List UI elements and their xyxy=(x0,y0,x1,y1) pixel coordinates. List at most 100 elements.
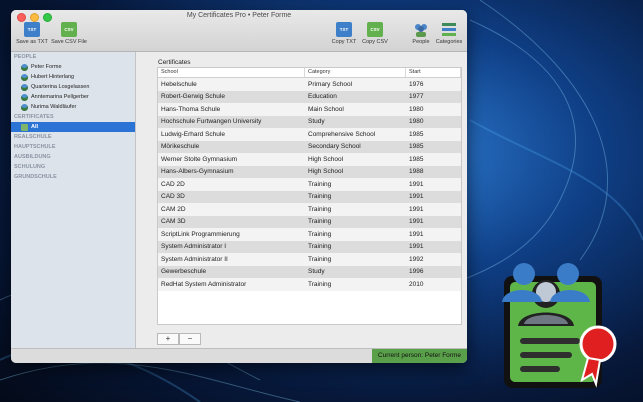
person-name: Peter Forme xyxy=(31,64,62,70)
cell-start: 1980 xyxy=(409,105,424,113)
table-row[interactable]: RedHat System Administrator Training 2010 xyxy=(158,278,461,291)
copy-txt-button[interactable]: TXT Copy TXT xyxy=(329,22,359,45)
title-bar: My Certificates Pro • Peter Forme TXT Sa… xyxy=(11,10,467,52)
sidebar-person[interactable]: Quarterina Losgelassen xyxy=(11,82,135,92)
remove-button[interactable]: − xyxy=(179,333,201,345)
cell-category: Comprehensive School xyxy=(308,130,376,138)
cell-school: System Administrator I xyxy=(161,243,227,251)
sidebar-person[interactable]: Peter Forme xyxy=(11,62,135,72)
save-as-txt-label: Save as TXT xyxy=(16,39,48,45)
people-icon xyxy=(413,22,429,37)
table-row[interactable]: Hans-Thoma Schule Main School 1980 xyxy=(158,103,461,116)
cell-school: Robert-Gerwig Schule xyxy=(161,93,225,101)
table-row[interactable]: Robert-Gerwig Schule Education 1977 xyxy=(158,90,461,103)
app-window: My Certificates Pro • Peter Forme TXT Sa… xyxy=(11,10,467,363)
sidebar-category[interactable]: SCHULUNG xyxy=(11,162,135,172)
txt-file-icon: TXT xyxy=(24,22,40,37)
table-row[interactable]: Hebelschule Primary School 1976 xyxy=(158,78,461,91)
cell-start: 2010 xyxy=(409,280,424,288)
categories-label: Categories xyxy=(435,39,463,45)
current-person-status: Current person: Peter Forme xyxy=(371,349,467,363)
cell-category: Main School xyxy=(308,105,344,113)
cell-school: Hebelschule xyxy=(161,80,197,88)
table-row[interactable]: CAD 3D Training 1991 xyxy=(158,190,461,203)
column-header-start[interactable]: Start xyxy=(406,68,461,77)
cell-start: 1991 xyxy=(409,180,424,188)
cell-category: Training xyxy=(308,255,332,263)
cell-start: 1988 xyxy=(409,168,424,176)
categories-button[interactable]: Categories xyxy=(434,22,464,45)
add-button[interactable]: + xyxy=(157,333,179,345)
cell-school: System Administrator II xyxy=(161,255,228,263)
table-row[interactable]: CAM 2D Training 1991 xyxy=(158,203,461,216)
cell-school: Ludwig-Erhard Schule xyxy=(161,130,225,138)
cell-start: 1991 xyxy=(409,205,424,213)
table-row[interactable]: Gewerbeschule Study 1996 xyxy=(158,265,461,278)
cell-school: CAM 3D xyxy=(161,218,186,226)
cell-category: Training xyxy=(308,280,332,288)
table-row[interactable]: System Administrator II Training 1992 xyxy=(158,253,461,266)
cell-category: Training xyxy=(308,218,332,226)
window-title: My Certificates Pro • Peter Forme xyxy=(186,12,292,19)
cell-school: Mörikeschule xyxy=(161,143,200,151)
save-csv-file-button[interactable]: CSV Save CSV File xyxy=(50,22,88,45)
sidebar-category[interactable]: REALSCHULE xyxy=(11,132,135,142)
main-panel: Certificates School Category Start Hebel… xyxy=(136,52,467,349)
cell-school: Hans-Albers-Gymnasium xyxy=(161,168,234,176)
sidebar-person[interactable]: Hubert Hinterlang xyxy=(11,72,135,82)
table-row[interactable]: CAM 3D Training 1991 xyxy=(158,215,461,228)
column-header-category[interactable]: Category xyxy=(305,68,406,77)
sidebar-category[interactable]: HAUPTSCHULE xyxy=(11,142,135,152)
cell-school: ScriptLink Programmierung xyxy=(161,230,240,238)
cell-category: Education xyxy=(308,93,337,101)
table-row[interactable]: System Administrator I Training 1991 xyxy=(158,240,461,253)
person-icon xyxy=(21,93,28,101)
sidebar-item-all[interactable]: All xyxy=(11,122,135,132)
cell-start: 1985 xyxy=(409,143,424,151)
save-as-txt-button[interactable]: TXT Save as TXT xyxy=(15,22,49,45)
table-row[interactable]: Werner Stolte Gymnasium High School 1985 xyxy=(158,153,461,166)
table-row[interactable]: Hans-Albers-Gymnasium High School 1988 xyxy=(158,165,461,178)
cell-school: CAD 2D xyxy=(161,180,185,188)
cell-school: Gewerbeschule xyxy=(161,268,207,276)
save-csv-file-label: Save CSV File xyxy=(51,39,87,45)
column-header-school[interactable]: School xyxy=(158,68,305,77)
table-row[interactable]: Mörikeschule Secondary School 1985 xyxy=(158,140,461,153)
cell-category: Secondary School xyxy=(308,143,361,151)
table-row[interactable]: ScriptLink Programmierung Training 1991 xyxy=(158,228,461,241)
sidebar-person[interactable]: Nurima Waldläufer xyxy=(11,102,135,112)
certificates-header: CERTIFICATES xyxy=(14,114,54,120)
sidebar-category[interactable]: GRUNDSCHULE xyxy=(11,172,135,182)
cell-school: Hans-Thoma Schule xyxy=(161,105,221,113)
categories-icon xyxy=(441,22,457,37)
cell-category: Study xyxy=(308,268,325,276)
person-name: Anntemarina Pellgerber xyxy=(31,94,89,100)
table-row[interactable]: CAD 2D Training 1991 xyxy=(158,178,461,191)
people-button[interactable]: People xyxy=(409,22,433,45)
cell-school: Werner Stolte Gymnasium xyxy=(161,155,238,163)
person-name: Hubert Hinterlang xyxy=(31,74,75,80)
cell-start: 1977 xyxy=(409,93,424,101)
cell-start: 1976 xyxy=(409,80,424,88)
people-header: PEOPLE xyxy=(14,54,37,60)
cell-category: Training xyxy=(308,205,332,213)
person-name: Quarterina Losgelassen xyxy=(31,84,90,90)
app-logo-icon xyxy=(502,263,617,388)
cell-category: Training xyxy=(308,193,332,201)
certificates-label: Certificates xyxy=(158,59,191,66)
cell-start: 1991 xyxy=(409,230,424,238)
people-label: People xyxy=(412,39,430,45)
table-row[interactable]: Ludwig-Erhard Schule Comprehensive School… xyxy=(158,128,461,141)
cell-start: 1992 xyxy=(409,255,424,263)
certificates-table[interactable]: School Category Start Hebelschule Primary… xyxy=(157,67,462,325)
table-row[interactable]: Hochschule Furtwangen University Study 198… xyxy=(158,115,461,128)
cell-start: 1985 xyxy=(409,155,424,163)
cell-start: 1980 xyxy=(409,118,424,126)
sidebar-category[interactable]: AUSBILDUNG xyxy=(11,152,135,162)
cell-start: 1996 xyxy=(409,268,424,276)
cell-category: High School xyxy=(308,168,344,176)
sidebar-person[interactable]: Anntemarina Pellgerber xyxy=(11,92,135,102)
copy-csv-button[interactable]: CSV Copy CSV xyxy=(360,22,390,45)
cell-start: 1991 xyxy=(409,218,424,226)
cell-category: Training xyxy=(308,180,332,188)
